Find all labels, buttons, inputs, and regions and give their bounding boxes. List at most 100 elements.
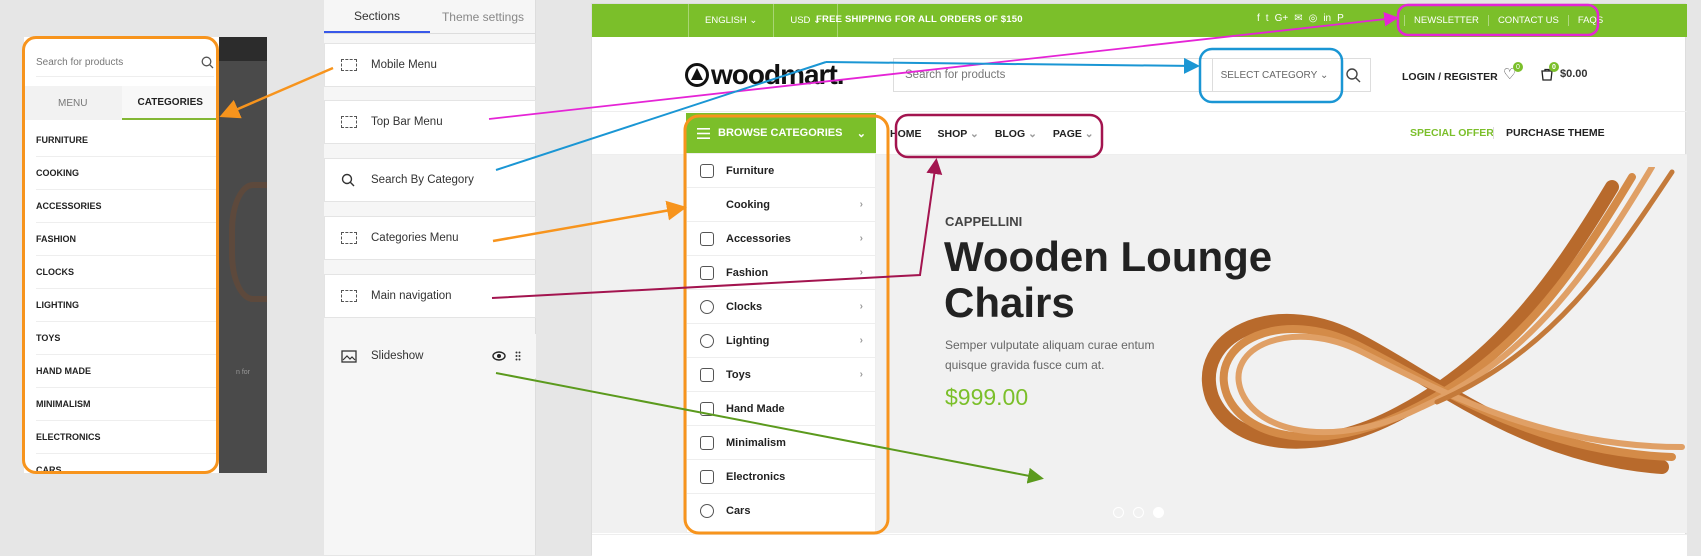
language-selector[interactable]: ENGLISH ⌄ [705, 15, 757, 26]
eye-icon[interactable] [492, 351, 506, 361]
language-label: ENGLISH [705, 15, 747, 26]
site-footer-strip [592, 534, 1687, 556]
category-select[interactable]: SELECT CATEGORY ⌄ [1212, 59, 1336, 91]
category-toys[interactable]: Toys › [687, 358, 875, 392]
category-minimalism[interactable]: Minimalism [687, 426, 875, 460]
category-clocks[interactable]: Clocks › [687, 290, 875, 324]
chevron-right-icon: › [859, 199, 863, 210]
chevron-down-icon: ⌄ [749, 15, 758, 26]
cooking-icon [700, 198, 714, 212]
wishlist-button[interactable]: ♡ 0 [1503, 62, 1523, 83]
section-label: Search By Category [371, 174, 474, 186]
google-plus-icon[interactable]: G+ [1275, 13, 1289, 24]
sections-tabs: Sections Theme settings [324, 0, 536, 34]
twitter-icon[interactable]: t [1266, 13, 1269, 24]
accessories-icon [700, 231, 714, 246]
category-cooking[interactable]: Cooking › [687, 188, 875, 222]
cart-count: 0 [1549, 62, 1559, 72]
drag-handle-icon[interactable] [515, 351, 521, 361]
hero-description: Semper vulputate aliquam curae entum qui… [945, 338, 1155, 372]
logo-text: woodmart. [711, 59, 845, 90]
main-navigation: HOME SHOP ⌄ BLOG ⌄ PAGE ⌄ [890, 113, 1094, 155]
nav-home[interactable]: HOME [890, 128, 922, 140]
browse-categories-button[interactable]: BROWSE CATEGORIES ⌄ [686, 113, 876, 153]
section-top-bar-menu[interactable]: Top Bar Menu [324, 100, 536, 144]
site-preview: ENGLISH ⌄ USD ⌄ FREE SHIPPING FOR ALL OR… [591, 3, 1687, 556]
nav-blog[interactable]: BLOG ⌄ [995, 128, 1037, 140]
categories-menu: Furniture Cooking › Accessories › Fashion ›… [686, 153, 876, 533]
search-input[interactable]: Search for products [894, 69, 1212, 81]
chevron-down-icon: ⌄ [1084, 128, 1094, 140]
tab-theme-settings[interactable]: Theme settings [430, 0, 536, 33]
nav-shop[interactable]: SHOP ⌄ [938, 128, 979, 140]
slider-dot[interactable] [1133, 507, 1144, 518]
facebook-icon[interactable]: f [1257, 13, 1260, 24]
purchase-theme-link[interactable]: PURCHASE THEME [1493, 127, 1605, 139]
chevron-right-icon: › [859, 233, 863, 244]
category-label: Lighting [726, 334, 770, 347]
car-icon [700, 504, 714, 518]
category-furniture[interactable]: Furniture [687, 154, 875, 188]
section-label: Main navigation [371, 290, 452, 302]
hand-made-icon [700, 401, 714, 416]
special-offer-link[interactable]: SPECIAL OFFER [1410, 127, 1494, 139]
hamburger-icon [697, 127, 710, 139]
pinterest-icon[interactable]: P [1337, 13, 1344, 24]
section-main-navigation[interactable]: Main navigation [324, 274, 536, 318]
section-mobile-menu[interactable]: Mobile Menu [324, 43, 536, 87]
category-label: Toys [726, 368, 751, 381]
category-label: Fashion [726, 266, 769, 279]
login-register-link[interactable]: LOGIN / REGISTER [1402, 71, 1498, 83]
category-lighting[interactable]: Lighting › [687, 324, 875, 358]
tab-sections[interactable]: Sections [324, 0, 430, 33]
email-icon[interactable]: ✉ [1294, 13, 1302, 24]
category-cars[interactable]: Cars [687, 494, 875, 528]
chevron-right-icon: › [859, 301, 863, 312]
lightbulb-icon [700, 333, 714, 348]
newsletter-link[interactable]: NEWSLETTER [1404, 15, 1488, 26]
section-label: Top Bar Menu [371, 116, 443, 128]
section-categories-menu[interactable]: Categories Menu [324, 216, 536, 260]
mobile-menu-highlight [22, 36, 219, 474]
search-button[interactable] [1336, 59, 1370, 91]
category-label: Accessories [726, 232, 791, 245]
section-icon [341, 116, 357, 128]
category-label: Cooking [726, 198, 770, 211]
category-accessories[interactable]: Accessories › [687, 222, 875, 256]
instagram-icon[interactable]: ◎ [1309, 13, 1318, 24]
linkedin-icon[interactable]: in [1323, 13, 1331, 24]
slider-dots [1113, 507, 1164, 518]
contact-us-link[interactable]: CONTACT US [1487, 15, 1568, 26]
section-icon [341, 290, 357, 302]
browse-categories-label: BROWSE CATEGORIES [718, 127, 843, 139]
slider-dot[interactable] [1113, 507, 1124, 518]
section-slideshow[interactable]: Slideshow [324, 334, 536, 378]
chevron-down-icon: ⌄ [970, 128, 979, 140]
site-logo[interactable]: woodmart. [685, 59, 845, 91]
search-icon [1345, 67, 1360, 82]
top-bar-links: NEWSLETTER CONTACT US FAQS [1404, 4, 1612, 37]
toy-icon [700, 367, 714, 382]
category-label: Electronics [726, 470, 786, 483]
section-label: Slideshow [371, 350, 424, 362]
section-search-by-category[interactable]: Search By Category [324, 158, 536, 202]
minimalism-icon [700, 435, 714, 450]
search-icon [341, 173, 355, 187]
category-electronics[interactable]: Electronics [687, 460, 875, 494]
currency-label: USD [790, 15, 811, 26]
category-hand-made[interactable]: Hand Made [687, 392, 875, 426]
clock-icon [700, 299, 714, 314]
cart-total: $0.00 [1560, 68, 1588, 80]
cart-button[interactable]: 0 $0.00 [1540, 62, 1588, 81]
category-fashion[interactable]: Fashion › [687, 256, 875, 290]
nav-page[interactable]: PAGE ⌄ [1053, 128, 1094, 140]
chair-icon [700, 163, 714, 178]
chevron-down-icon: ⌄ [1320, 69, 1329, 81]
faqs-link[interactable]: FAQS [1567, 15, 1612, 26]
nav-shop-label: SHOP [937, 128, 968, 140]
slider-dot-active[interactable] [1153, 507, 1164, 518]
category-label: Clocks [726, 300, 763, 313]
chevron-right-icon: › [859, 335, 863, 346]
tree-logo-icon [685, 63, 709, 87]
section-label: Categories Menu [371, 232, 459, 244]
